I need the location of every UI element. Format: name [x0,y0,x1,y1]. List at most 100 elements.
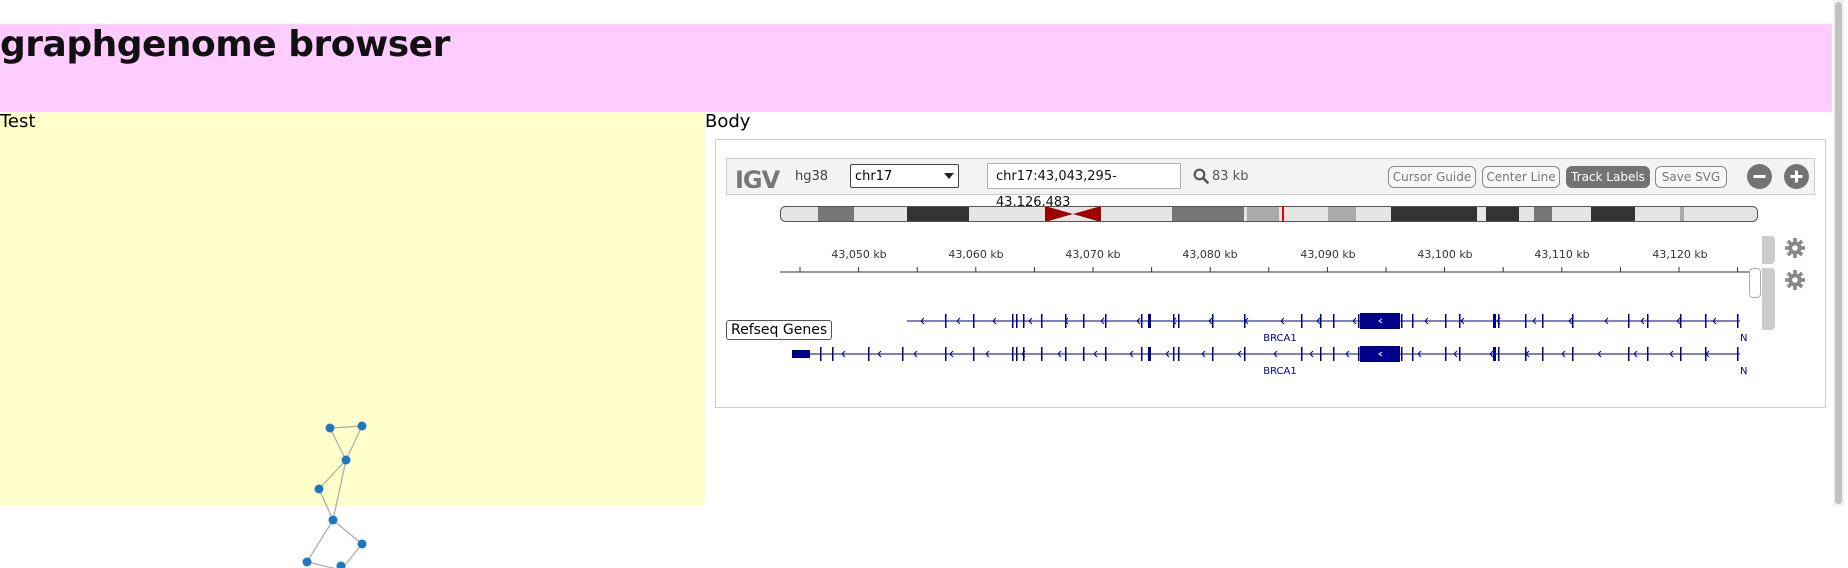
gene-exon [1358,314,1360,328]
gene-exon [1083,347,1085,361]
gene-exon [1401,347,1403,361]
gene-exon [1148,314,1151,328]
gene-exon [1412,347,1414,361]
gene-exon [1148,347,1151,361]
gene-exon [1105,347,1107,361]
search-icon[interactable] [1193,168,1209,184]
zoom-out-button[interactable] [1747,164,1772,189]
gene-name-label-truncated: N [1740,333,1747,344]
gene-exon [1628,347,1630,361]
gene-exon [945,314,947,328]
gene-exon [1459,314,1461,328]
gene-exon [1542,347,1544,361]
gene-exon [1178,314,1180,328]
cursor-guide-button[interactable]: Cursor Guide [1388,166,1476,188]
gene-exon [868,347,870,361]
gene-exon [1212,347,1214,361]
gene-exon [1493,314,1496,328]
genome-label: hg38 [795,169,828,184]
gene-name-label: BRCA1 [1263,333,1297,344]
chromosome-select-value: chr17 [855,169,892,184]
gene-exon [1647,314,1649,328]
gene-exon [1358,347,1360,361]
graph-node [303,558,312,567]
page-scrollbar[interactable] [1833,0,1844,506]
test-panel: Test [0,112,705,506]
gene-exon [1360,346,1400,362]
gene-exon [973,347,975,361]
graph-visualization [300,408,420,568]
gene-name-label: BRCA1 [1263,366,1297,377]
gear-icon[interactable] [1785,270,1805,290]
zoom-in-button[interactable] [1784,164,1809,189]
gene-exon [973,314,975,328]
gene-exon [1016,347,1018,361]
gear-icon[interactable] [1785,238,1805,258]
gene-exon [1493,347,1496,361]
gene-exon [1141,314,1143,328]
graph-node [358,422,367,431]
gene-exon [1301,347,1303,361]
gene-exon [1525,314,1527,328]
gene-name-label-truncated: N [1740,366,1747,377]
gene-exon [1572,314,1574,328]
gene-exon [1412,314,1414,328]
gene-exon [1320,347,1322,361]
ruler-track-scroll-tab[interactable] [1762,236,1775,264]
graph-node [315,485,324,494]
gene-exon [1023,314,1025,328]
track-name-label: Refseq Genes [726,320,832,340]
gene-exon [1498,314,1500,328]
gene-track-scroll-tab[interactable] [1762,268,1775,330]
igv-navbar: IGV hg38 chr17 chr17:43,043,295-43,126,4… [726,158,1815,195]
gene-exon [1320,314,1322,328]
minus-circle-icon [1747,164,1772,189]
track-scrollbar[interactable] [1749,268,1761,298]
center-line-button[interactable]: Center Line [1482,166,1560,188]
save-svg-button[interactable]: Save SVG [1655,166,1727,188]
graph-node [329,516,338,525]
gene-exon [1737,314,1739,328]
ideogram-current-region [1282,206,1284,222]
gene-exon [1680,314,1682,328]
gene-exon [1023,347,1025,361]
gene-exon [1360,313,1400,329]
gene-exon [1445,347,1447,361]
page-scrollbar-thumb[interactable] [1835,2,1842,504]
gene-exon [1628,314,1630,328]
chromosome-ideogram[interactable] [780,206,1758,222]
gene-exon [945,347,947,361]
gene-exon [1065,347,1067,361]
gene-exon [1301,314,1303,328]
chevron-down-icon [944,173,954,179]
locus-search-input[interactable]: chr17:43,043,295-43,126,483 [987,163,1181,189]
plus-circle-icon [1784,164,1809,189]
gene-exon [1737,347,1739,361]
gene-exon [902,347,904,361]
track-labels-button[interactable]: Track Labels [1566,166,1650,188]
gene-exon [1244,347,1246,361]
gene-exon [1647,347,1649,361]
gene-exon [1445,314,1447,328]
gene-exon [1178,347,1180,361]
gene-exon [1105,314,1107,328]
gene-exon [1016,314,1018,328]
page-title: graphgenome browser [0,24,450,66]
igv-logo: IGV [735,166,779,194]
chromosome-select[interactable]: chr17 [850,164,959,188]
gene-exon [1212,314,1214,328]
gene-exon [1333,314,1335,328]
gene-exon [1333,347,1335,361]
refseq-gene-track[interactable]: BRCA1 N BRCA1 N [780,310,1765,390]
gene-exon [1141,347,1143,361]
gene-exon [1572,347,1574,361]
gene-exon [832,347,834,361]
graph-node [326,424,335,433]
gene-exon [1498,347,1500,361]
gene-exon [1401,314,1403,328]
graph-node [358,540,367,549]
gene-exon [1542,314,1544,328]
gene-exon [1083,314,1085,328]
gene-exon [1041,314,1043,328]
gene-utr [792,350,810,358]
